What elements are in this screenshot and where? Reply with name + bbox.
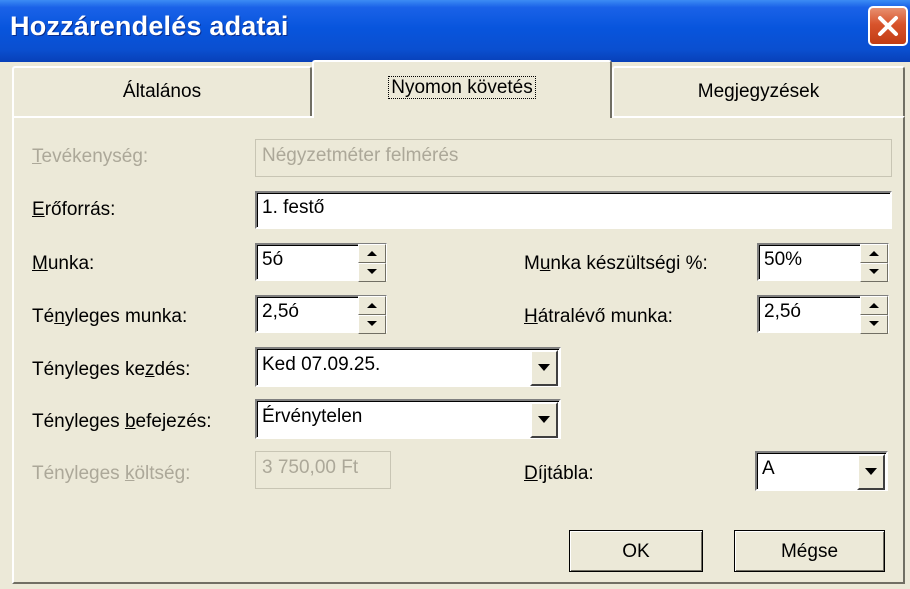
actual-finish-value: Érvénytelen bbox=[262, 406, 363, 427]
percent-work-value: 50% bbox=[764, 249, 803, 270]
rate-table-dropdown[interactable]: A bbox=[755, 451, 888, 491]
task-label: Tevékenység: bbox=[32, 146, 149, 167]
task-value: Négyzetméter felmérés bbox=[262, 145, 459, 166]
dialog-window: Hozzárendelés adatai Általános Nyomon kö… bbox=[0, 0, 910, 589]
actual-start-dropdown-button[interactable] bbox=[530, 350, 558, 386]
arrow-up-icon bbox=[869, 251, 879, 256]
close-button[interactable] bbox=[868, 6, 908, 46]
chevron-down-icon bbox=[538, 416, 550, 423]
work-value: 5ó bbox=[262, 249, 284, 270]
actual-cost-value: 3 750,00 Ft bbox=[262, 457, 359, 478]
actual-start-label: Tényleges kezdés: bbox=[32, 359, 191, 380]
actual-work-label: Tényleges munka: bbox=[32, 306, 188, 327]
tab-general-label: Általános bbox=[122, 81, 202, 102]
remaining-work-spin-up[interactable] bbox=[860, 296, 888, 315]
percent-work-field[interactable]: 50% bbox=[757, 243, 889, 284]
actual-finish-dropdown-button[interactable] bbox=[530, 402, 558, 438]
chevron-down-icon bbox=[865, 468, 877, 475]
tab-notes-label: Megjegyzések bbox=[697, 81, 820, 102]
arrow-up-icon bbox=[869, 303, 879, 308]
remaining-work-field[interactable]: 2,5ó bbox=[757, 295, 889, 336]
rate-table-label: Díjtábla: bbox=[524, 463, 594, 484]
actual-finish-label: Tényleges befejezés: bbox=[32, 411, 212, 432]
actual-work-spinner[interactable] bbox=[358, 296, 386, 336]
actual-start-dropdown[interactable]: Ked 07.09.25. bbox=[255, 347, 561, 387]
work-spinner[interactable] bbox=[358, 244, 386, 284]
percent-work-spin-up[interactable] bbox=[860, 244, 888, 263]
work-spin-up[interactable] bbox=[358, 244, 386, 263]
task-field: Négyzetméter felmérés bbox=[255, 139, 892, 177]
window-title: Hozzárendelés adatai bbox=[10, 11, 289, 41]
title-bar[interactable]: Hozzárendelés adatai bbox=[0, 0, 910, 62]
actual-work-field[interactable]: 2,5ó bbox=[255, 295, 387, 336]
resource-value: 1. festő bbox=[262, 197, 325, 218]
actual-cost-field: 3 750,00 Ft bbox=[255, 451, 391, 489]
work-label: Munka: bbox=[32, 253, 95, 274]
rate-table-dropdown-button[interactable] bbox=[857, 454, 885, 490]
remaining-work-spinner[interactable] bbox=[860, 296, 888, 336]
work-field[interactable]: 5ó bbox=[255, 243, 387, 284]
chevron-down-icon bbox=[538, 364, 550, 371]
tab-notes[interactable]: Megjegyzések bbox=[612, 66, 905, 116]
tab-tracking[interactable]: Nyomon követés bbox=[312, 60, 612, 118]
ok-button[interactable]: OK bbox=[569, 530, 703, 572]
actual-work-spin-up[interactable] bbox=[358, 296, 386, 315]
tab-general[interactable]: Általános bbox=[12, 66, 312, 116]
arrow-up-icon bbox=[367, 251, 377, 256]
arrow-up-icon bbox=[367, 303, 377, 308]
resource-label: Erőforrás: bbox=[32, 199, 116, 220]
actual-work-value: 2,5ó bbox=[262, 301, 299, 322]
actual-cost-label: Tényleges költség: bbox=[32, 463, 191, 484]
arrow-down-icon bbox=[869, 321, 879, 326]
arrow-down-icon bbox=[869, 269, 879, 274]
resource-field[interactable]: 1. festő bbox=[255, 191, 892, 229]
percent-work-label: Munka készültségi %: bbox=[524, 253, 708, 274]
actual-finish-dropdown[interactable]: Érvénytelen bbox=[255, 399, 561, 439]
remaining-work-label: Hátralévő munka: bbox=[524, 306, 673, 327]
remaining-work-spin-down[interactable] bbox=[860, 315, 888, 334]
percent-work-spin-down[interactable] bbox=[860, 263, 888, 282]
work-spin-down[interactable] bbox=[358, 263, 386, 282]
arrow-down-icon bbox=[367, 321, 377, 326]
cancel-button[interactable]: Mégse bbox=[734, 530, 885, 572]
actual-work-spin-down[interactable] bbox=[358, 315, 386, 334]
arrow-down-icon bbox=[367, 269, 377, 274]
actual-start-value: Ked 07.09.25. bbox=[262, 354, 381, 375]
tab-tracking-label: Nyomon követés bbox=[388, 76, 536, 99]
percent-work-spinner[interactable] bbox=[860, 244, 888, 284]
close-icon bbox=[878, 16, 898, 36]
remaining-work-value: 2,5ó bbox=[764, 301, 801, 322]
rate-table-value: A bbox=[762, 458, 775, 479]
